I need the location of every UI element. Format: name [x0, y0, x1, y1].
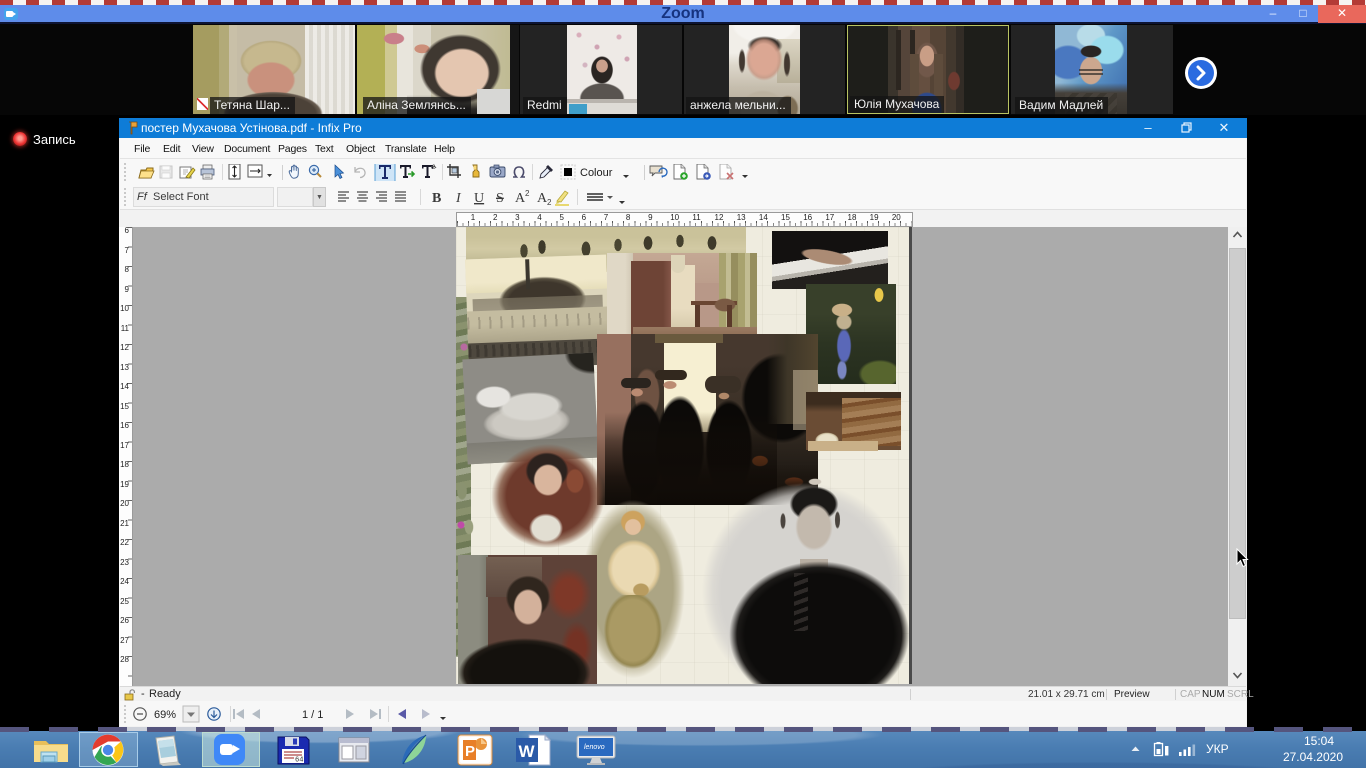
- svg-text:U: U: [474, 191, 484, 206]
- svg-text:B: B: [432, 191, 441, 206]
- svg-text:S: S: [496, 191, 504, 206]
- svg-text:69%: 69%: [154, 709, 176, 721]
- svg-text:P: P: [465, 743, 475, 760]
- svg-text:Colour: Colour: [580, 167, 613, 179]
- svg-text:2: 2: [525, 189, 530, 198]
- svg-text:64: 64: [295, 757, 303, 765]
- svg-text:I: I: [455, 191, 462, 206]
- svg-text:1 / 1: 1 / 1: [302, 709, 323, 721]
- svg-text:W: W: [519, 742, 536, 761]
- svg-text:2: 2: [547, 198, 552, 207]
- svg-text:lenovo: lenovo: [584, 744, 605, 751]
